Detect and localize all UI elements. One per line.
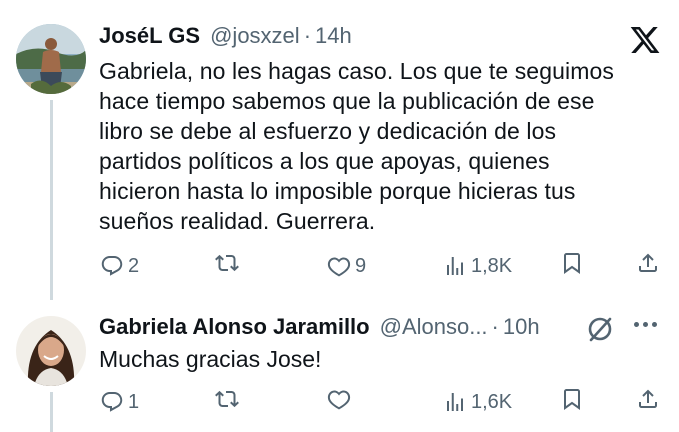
share-button[interactable] (636, 387, 660, 411)
tweet[interactable]: Gabriela Alonso Jaramillo @Alonso... · 1… (0, 300, 679, 432)
like-button[interactable] (327, 387, 355, 411)
reply-button[interactable]: 1 (100, 387, 139, 417)
reply-icon (101, 256, 123, 276)
x-logo-icon[interactable] (629, 24, 661, 56)
tweet-header: Gabriela Alonso Jaramillo @Alonso... · 1… (99, 314, 540, 340)
views-count: 1,8K (471, 255, 513, 277)
views-icon (447, 393, 463, 411)
grok-icon[interactable] (585, 314, 615, 344)
retweet-icon (215, 390, 239, 408)
author-handle[interactable]: @Alonso... (380, 314, 488, 340)
like-count: 9 (355, 255, 367, 277)
tweet-actions: 2 9 1,8K (0, 251, 679, 281)
avatar[interactable] (16, 24, 86, 94)
reply-count: 1 (128, 391, 140, 413)
reply-count: 2 (128, 255, 140, 277)
retweet-button[interactable] (215, 251, 243, 275)
views-button[interactable]: 1,6K (443, 387, 512, 417)
bookmark-button[interactable] (560, 387, 584, 411)
tweet-text: Gabriela, no les hagas caso. Los que te … (99, 58, 614, 234)
author-name[interactable]: Gabriela Alonso Jaramillo (99, 314, 370, 340)
bookmark-button[interactable] (560, 251, 584, 275)
retweet-button[interactable] (215, 387, 243, 411)
bookmark-icon (564, 253, 580, 274)
tweet[interactable]: JoséL GS @josxzel · 14h Gabriela, no les… (0, 0, 679, 300)
views-icon (447, 257, 463, 275)
views-count: 1,6K (471, 391, 513, 413)
tweet-actions: 1 1,6K (0, 387, 679, 417)
timestamp[interactable]: 14h (315, 23, 352, 49)
author-handle[interactable]: @josxzel (210, 23, 300, 49)
like-button[interactable]: 9 (327, 251, 366, 281)
timestamp[interactable]: 10h (503, 314, 540, 340)
share-button[interactable] (636, 251, 660, 275)
tweet-header: JoséL GS @josxzel · 14h (99, 23, 352, 49)
avatar[interactable] (16, 316, 86, 386)
author-name[interactable]: JoséL GS (99, 23, 200, 49)
reply-icon (101, 392, 123, 412)
bookmark-icon (564, 389, 580, 410)
more-icon[interactable] (634, 322, 657, 327)
retweet-icon (215, 254, 239, 272)
heart-icon (327, 390, 351, 410)
tweet-text: Muchas gracias Jose! (99, 346, 322, 372)
separator: · (491, 314, 499, 339)
heart-icon (327, 257, 351, 277)
views-button[interactable]: 1,8K (443, 251, 512, 281)
reply-button[interactable]: 2 (100, 251, 139, 281)
share-icon (639, 253, 657, 272)
separator: · (303, 23, 312, 48)
share-icon (639, 389, 657, 408)
